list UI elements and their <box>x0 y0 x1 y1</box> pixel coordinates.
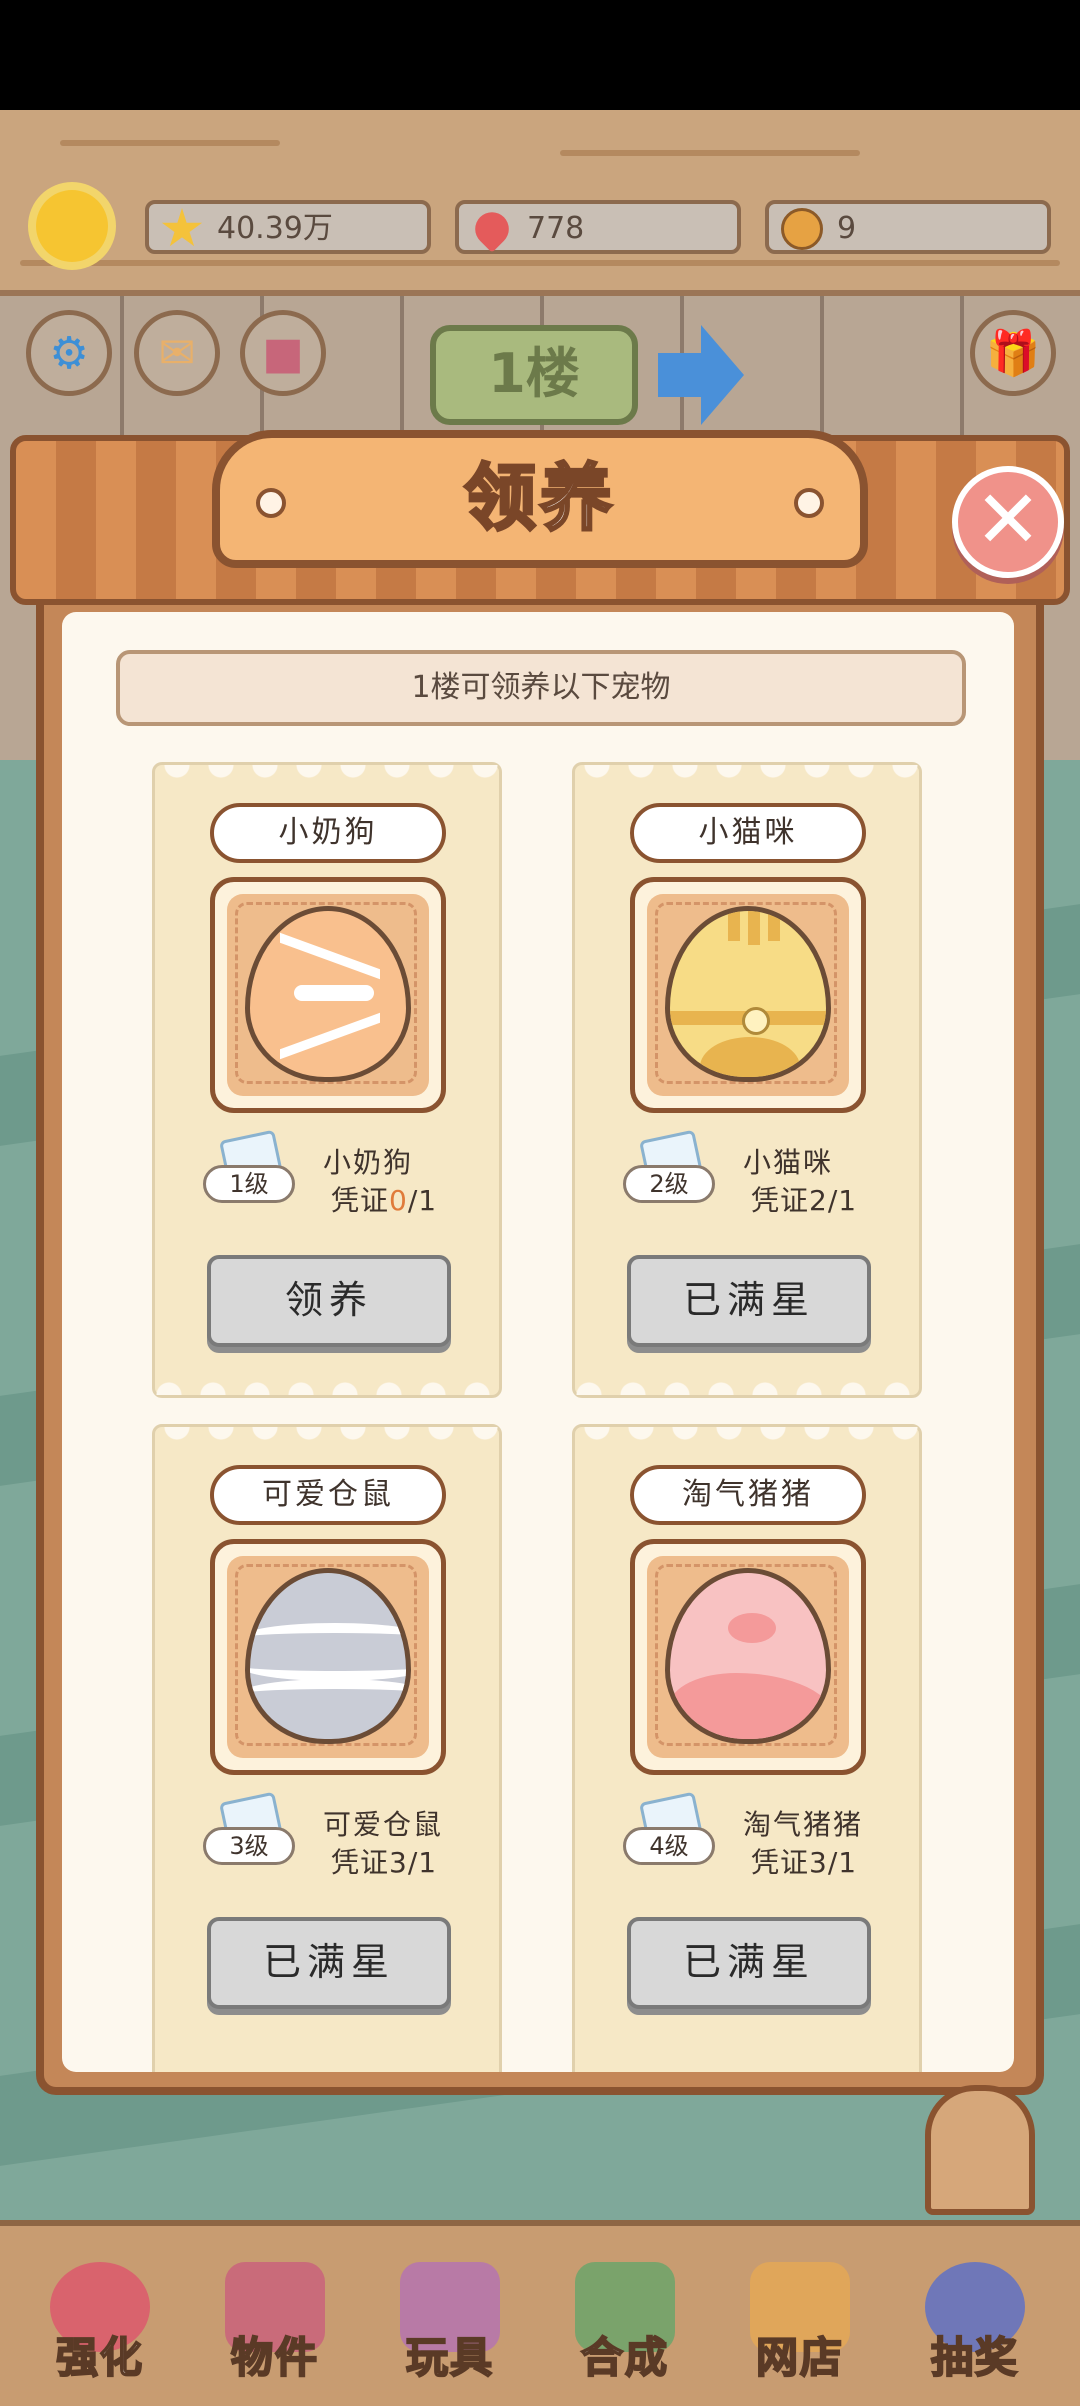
pet-card-pig: 淘气猪猪 4级 淘气猪猪 凭证3/1 已满星 <box>572 1424 922 2072</box>
pet-card-hamster: 可爱仓鼠 3级 可爱仓鼠 凭证3/1 已满星 <box>152 1424 502 2072</box>
close-icon: ✕ <box>974 473 1042 566</box>
dialog-subtitle: 1楼可领养以下宠物 <box>116 650 966 726</box>
pet-tag: 小猫咪 <box>630 803 866 863</box>
nav-label: 玩具 <box>405 2332 494 2383</box>
egg-frame <box>630 877 866 1113</box>
nav-label: 物件 <box>230 2332 319 2383</box>
paw-coin-icon <box>781 208 823 250</box>
egg-frame <box>210 877 446 1113</box>
pet-name: 淘气猪猪 <box>743 1808 864 1841</box>
voucher-total: /1 <box>827 1184 858 1217</box>
pet-name: 小猫咪 <box>743 1146 834 1179</box>
egg-frame <box>630 1539 866 1775</box>
voucher-label: 凭证 <box>751 1846 810 1879</box>
voucher-total: /1 <box>407 1846 438 1879</box>
book-icon[interactable]: ■ <box>240 310 326 396</box>
full-star-button[interactable]: 已满星 <box>627 1917 871 2009</box>
nav-label: 抽奖 <box>930 2332 1019 2383</box>
nav-label: 强化 <box>55 2332 144 2383</box>
voucher-count: 凭证3/1 <box>331 1841 437 1881</box>
settings-gear-icon[interactable]: ⚙ <box>26 310 112 396</box>
nail-left <box>256 488 286 518</box>
level-badge: 2级 <box>623 1165 715 1203</box>
nav-shop[interactable]: 网店 <box>740 2262 860 2392</box>
nav-items[interactable]: 物件 <box>215 2262 335 2392</box>
level-badge: 4级 <box>623 1827 715 1865</box>
full-star-button[interactable]: 已满星 <box>627 1255 871 1347</box>
paws-value: 9 <box>837 211 857 246</box>
nav-upgrade[interactable]: 强化 <box>40 2262 160 2392</box>
pet-tag: 小奶狗 <box>210 803 446 863</box>
egg-frame <box>210 1539 446 1775</box>
voucher-count: 凭证0/1 <box>331 1179 437 1219</box>
voucher-label: 凭证 <box>331 1184 390 1217</box>
voucher-current: 0 <box>389 1184 408 1217</box>
voucher-current: 3 <box>809 1846 828 1879</box>
pet-card-dog: 小奶狗 1级 小奶狗 凭证0/1 领养 <box>152 762 502 1398</box>
pet-name: 可爱仓鼠 <box>323 1808 444 1841</box>
nav-label: 合成 <box>580 2332 669 2383</box>
exit-door-icon[interactable] <box>925 2085 1035 2215</box>
stars-value: 40.39万 <box>217 211 333 246</box>
voucher-count: 凭证2/1 <box>751 1179 857 1219</box>
voucher-current: 2 <box>809 1184 828 1217</box>
voucher-total: /1 <box>407 1184 438 1217</box>
voucher-current: 3 <box>389 1846 408 1879</box>
voucher-count: 凭证3/1 <box>751 1841 857 1881</box>
floor-sign: 1楼 <box>430 325 638 425</box>
paws-counter: 9 <box>765 200 1051 254</box>
dialog-content: 1楼可领养以下宠物 小奶狗 1级 小奶狗 凭证0/1 领养 小猫咪 2级 小猫咪… <box>62 612 1014 2072</box>
hearts-value: 778 <box>527 211 585 246</box>
close-button[interactable]: ✕ <box>952 466 1064 578</box>
floor-sign-label: 1楼 <box>488 342 580 405</box>
pet-tag: 可爱仓鼠 <box>210 1465 446 1525</box>
hearts-counter: 778 <box>455 200 741 254</box>
sun-icon[interactable] <box>36 190 108 262</box>
adopt-button[interactable]: 领养 <box>207 1255 451 1347</box>
nav-lottery[interactable]: 抽奖 <box>915 2262 1035 2392</box>
stars-counter: 40.39万 <box>145 200 431 254</box>
voucher-label: 凭证 <box>331 1846 390 1879</box>
level-badge: 3级 <box>203 1827 295 1865</box>
dialog-title: 领养 <box>462 455 616 542</box>
full-star-button[interactable]: 已满星 <box>207 1917 451 2009</box>
level-badge: 1级 <box>203 1165 295 1203</box>
mail-envelope-icon[interactable]: ✉ <box>134 310 220 396</box>
voucher-total: /1 <box>827 1846 858 1879</box>
pet-card-cat: 小猫咪 2级 小猫咪 凭证2/1 已满星 <box>572 762 922 1398</box>
gift-icon[interactable]: 🎁 <box>970 310 1056 396</box>
heart-icon <box>468 205 516 253</box>
nav-toys[interactable]: 玩具 <box>390 2262 510 2392</box>
dialog-title-plaque: 领养 <box>212 430 868 568</box>
voucher-label: 凭证 <box>751 1184 810 1217</box>
pet-tag: 淘气猪猪 <box>630 1465 866 1525</box>
star-icon <box>161 208 203 247</box>
nail-right <box>794 488 824 518</box>
nav-merge[interactable]: 合成 <box>565 2262 685 2392</box>
nav-label: 网店 <box>755 2332 844 2383</box>
pet-name: 小奶狗 <box>323 1146 414 1179</box>
